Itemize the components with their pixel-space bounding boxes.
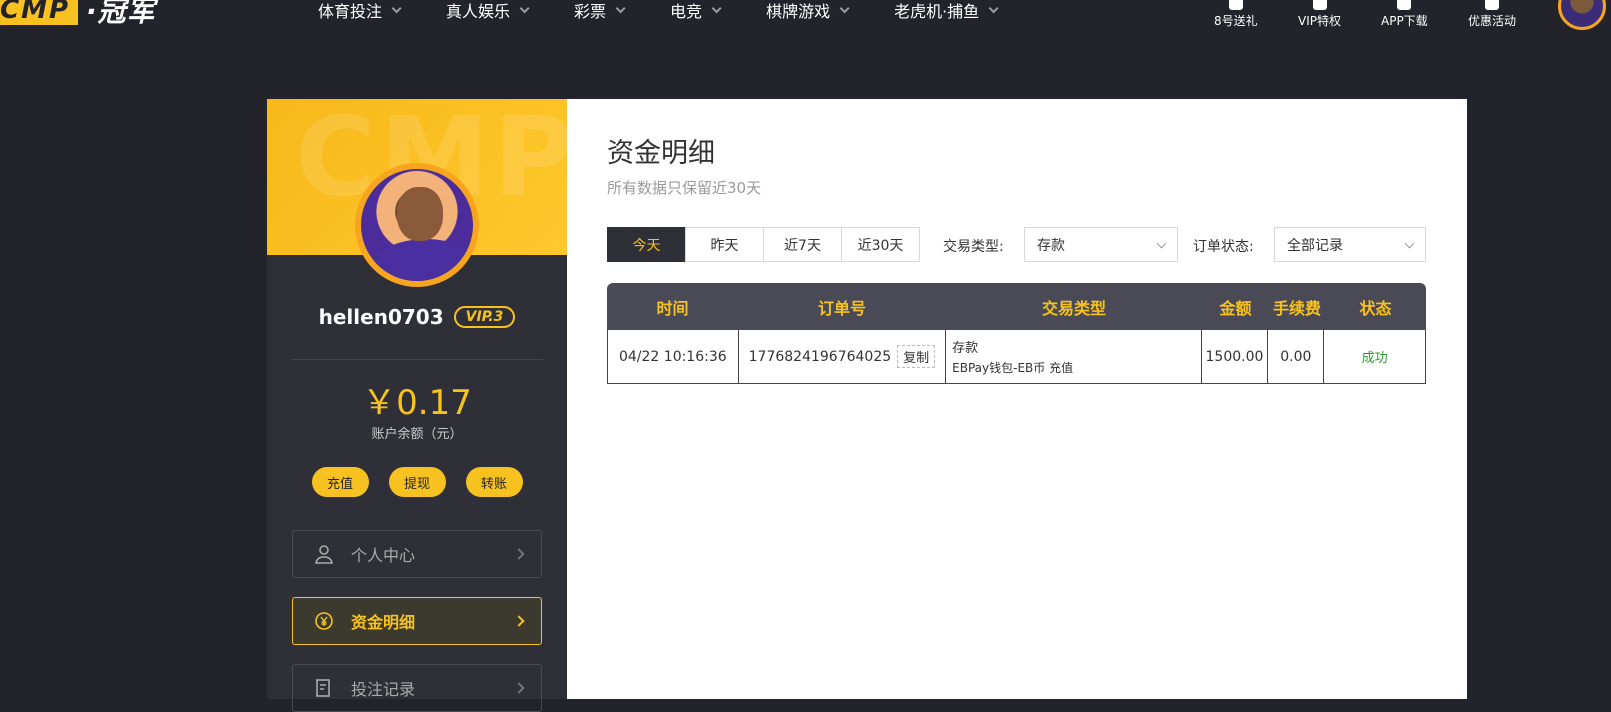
phone-icon xyxy=(1397,0,1412,10)
transfer-button[interactable]: 转账 xyxy=(465,467,523,497)
user-row: hellen0703 VIP.3 xyxy=(267,305,567,329)
menu-item-slots-fishing[interactable]: 老虎机·捕鱼 xyxy=(894,0,999,22)
divider xyxy=(291,359,543,360)
profile-avatar[interactable] xyxy=(355,163,479,287)
page-subtitle: 所有数据只保留近30天 xyxy=(607,179,762,197)
record-icon xyxy=(313,677,335,699)
table-row: 04/22 10:16:36 1776824196764025 复制 存款 EB… xyxy=(607,330,1426,384)
menu-item-sports[interactable]: 体育投注 xyxy=(318,0,402,22)
chevron-right-icon xyxy=(513,615,525,627)
tab-last-30-days[interactable]: 近30天 xyxy=(841,227,920,262)
chevron-down-icon xyxy=(615,2,626,13)
row-status-cell: 成功 xyxy=(1324,330,1425,383)
quick-link-promotions[interactable]: 优惠活动 xyxy=(1468,0,1516,28)
order-status-label: 订单状态: xyxy=(1193,239,1254,255)
column-header-status: 状态 xyxy=(1359,298,1392,318)
deposit-button[interactable]: 充值 xyxy=(311,467,369,497)
gift-icon xyxy=(1228,0,1243,10)
chevron-down-icon xyxy=(1404,238,1415,249)
sidebar-item-bet-records[interactable]: 投注记录 xyxy=(292,664,542,712)
menu-item-card-games[interactable]: 棋牌游戏 xyxy=(766,0,850,22)
tab-yesterday[interactable]: 昨天 xyxy=(685,227,764,262)
yuan-icon xyxy=(313,610,335,632)
row-time: 04/22 10:16:36 xyxy=(608,330,739,383)
row-type-cell: 存款 EBPay钱包-EB币 充值 xyxy=(946,330,1202,383)
avatar[interactable] xyxy=(1558,0,1606,30)
row-fee: 0.00 xyxy=(1268,330,1325,383)
order-status-select[interactable]: 全部记录 xyxy=(1274,227,1426,262)
main-menu: 体育投注 真人娱乐 彩票 电竞 棋牌游戏 老虎机·捕鱼 xyxy=(318,0,1043,22)
copy-button[interactable]: 复制 xyxy=(897,345,936,368)
chevron-down-icon xyxy=(988,2,999,13)
transaction-type-select[interactable]: 存款 xyxy=(1024,227,1178,262)
wallet-actions: 充值 提现 转账 xyxy=(267,467,567,497)
withdraw-button[interactable]: 提现 xyxy=(388,467,446,497)
transaction-type-label: 交易类型: xyxy=(943,239,1004,255)
chevron-down-icon xyxy=(519,2,530,13)
logo[interactable]: CMP ·冠军 xyxy=(0,0,156,28)
table-header: 时间 订单号 交易类型 金额 手续费 状态 xyxy=(607,283,1426,330)
logo-mark: CMP xyxy=(0,0,79,25)
vip-badge: VIP.3 xyxy=(453,306,516,328)
quick-link-vip[interactable]: VIP特权 xyxy=(1298,0,1341,28)
chevron-down-icon xyxy=(711,2,722,13)
balance-label: 账户余额（元） xyxy=(371,427,463,442)
user-icon xyxy=(313,543,335,565)
tab-today[interactable]: 今天 xyxy=(607,227,686,262)
column-header-fee: 手续费 xyxy=(1272,298,1321,318)
tab-last-7-days[interactable]: 近7天 xyxy=(763,227,842,262)
sidebar-item-fund-details[interactable]: 资金明细 xyxy=(292,597,542,645)
row-order-no: 1776824196764025 xyxy=(748,348,892,365)
menu-item-lottery[interactable]: 彩票 xyxy=(574,0,626,22)
menu-item-live-casino[interactable]: 真人娱乐 xyxy=(446,0,530,22)
chevron-right-icon xyxy=(513,548,525,560)
promo-icon xyxy=(1485,0,1499,10)
chevron-down-icon xyxy=(391,2,402,13)
chevron-right-icon xyxy=(513,682,525,694)
column-header-order-no: 订单号 xyxy=(817,298,866,318)
chevron-down-icon xyxy=(1156,238,1167,249)
main-content: 资金明细 所有数据只保留近30天 今天 昨天 近7天 近30天 交易类型: 存款… xyxy=(567,99,1467,699)
column-header-type: 交易类型 xyxy=(1041,298,1106,318)
logo-text: ·冠军 xyxy=(86,0,156,28)
column-header-amount: 金额 xyxy=(1219,298,1252,318)
row-type-detail: EBPay钱包-EB币 充值 xyxy=(952,361,1074,375)
vip-icon xyxy=(1312,0,1327,10)
row-amount: 1500.00 xyxy=(1202,330,1269,383)
fund-details-table: 时间 订单号 交易类型 金额 手续费 状态 04/22 10:16:36 177… xyxy=(607,283,1426,384)
username: hellen0703 xyxy=(318,305,444,329)
quick-link-gift[interactable]: 8号送礼 xyxy=(1214,0,1258,28)
column-header-time: 时间 xyxy=(656,298,689,318)
quick-link-app-download[interactable]: APP下载 xyxy=(1381,0,1428,28)
account-sidebar: CMP hellen0703 VIP.3 ￥0.17 账户余额（元） 充值 提现… xyxy=(267,99,567,712)
sidebar-item-profile[interactable]: 个人中心 xyxy=(292,530,542,578)
top-nav: CMP ·冠军 体育投注 真人娱乐 彩票 电竞 棋牌游戏 老虎机·捕鱼 8号送礼… xyxy=(0,0,1611,44)
page-title: 资金明细 xyxy=(607,138,715,169)
status-badge: 成功 xyxy=(1361,351,1388,366)
row-type-main: 存款 xyxy=(952,341,979,356)
row-order-no-cell: 1776824196764025 复制 xyxy=(739,330,947,383)
menu-item-esports[interactable]: 电竞 xyxy=(670,0,722,22)
account-balance: ￥0.17 xyxy=(362,383,472,423)
date-range-tabs: 今天 昨天 近7天 近30天 xyxy=(607,227,920,262)
chevron-down-icon xyxy=(839,2,850,13)
